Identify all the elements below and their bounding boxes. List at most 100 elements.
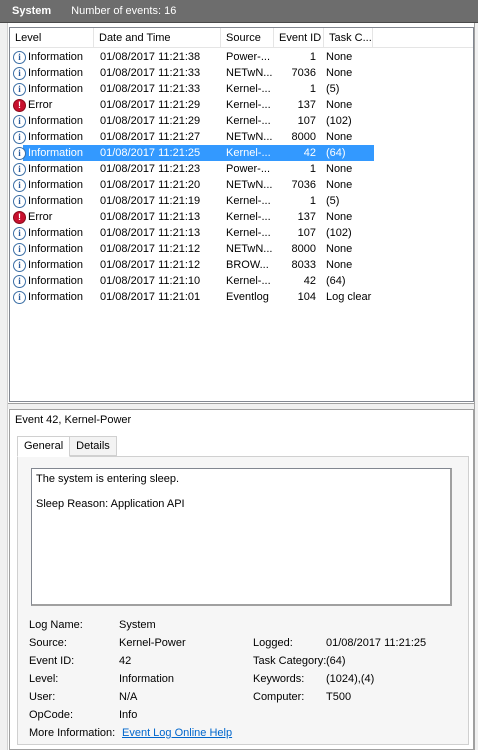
info-icon: i	[13, 146, 26, 160]
event-task-cell: None	[326, 131, 353, 143]
event-row[interactable]: i Information 01/08/2017 11:21:20 NETwN... 7…	[10, 177, 473, 193]
log-header-bar: System Number of events: 16	[0, 0, 478, 23]
computer-value: T500	[326, 691, 352, 703]
opcode-value: Info	[119, 709, 138, 721]
event-level-text: Information	[28, 291, 84, 303]
event-id-cell: 7036	[291, 67, 316, 79]
error-icon: !	[13, 98, 26, 112]
event-level-cell: i Information	[10, 113, 94, 129]
event-row[interactable]: i Information 01/08/2017 11:21:33 Kernel-..…	[10, 81, 473, 97]
event-level-cell: i Information	[10, 289, 94, 305]
level-label: Level:	[29, 673, 59, 685]
event-source-cell: Kernel-...	[226, 227, 271, 239]
event-task-cell: (5)	[326, 195, 340, 207]
event-row[interactable]: i Information 01/08/2017 11:21:25 Kernel-..…	[10, 145, 473, 161]
event-id-label: Event ID:	[29, 655, 75, 667]
event-row[interactable]: i Information 01/08/2017 11:21:23 Power-...…	[10, 161, 473, 177]
event-datetime-cell: 01/08/2017 11:21:33	[100, 83, 201, 95]
event-level-cell: i Information	[10, 49, 94, 65]
event-level-cell: ! Error	[10, 97, 94, 113]
event-id-cell: 104	[297, 291, 316, 303]
event-source-cell: NETwN...	[226, 179, 273, 191]
column-header-level[interactable]: Level	[10, 28, 94, 48]
event-row[interactable]: i Information 01/08/2017 11:21:13 Kernel-..…	[10, 225, 473, 241]
event-task-cell: (64)	[326, 275, 346, 287]
event-row[interactable]: ! Error 01/08/2017 11:21:29 Kernel-... 137 No…	[10, 97, 473, 113]
info-icon: i	[13, 178, 26, 192]
event-message-box[interactable]: The system is entering sleep. Sleep Reas…	[31, 468, 452, 606]
event-row[interactable]: i Information 01/08/2017 11:21:12 NETwN... 8…	[10, 241, 473, 257]
column-header-date[interactable]: Date and Time	[94, 28, 221, 48]
event-level-text: Information	[28, 67, 84, 79]
general-tab-panel: The system is entering sleep. Sleep Reas…	[17, 456, 469, 745]
info-icon: i	[13, 82, 26, 96]
event-task-cell: None	[326, 163, 353, 175]
event-task-cell: (102)	[326, 227, 352, 239]
event-row[interactable]: ! Error 01/08/2017 11:21:13 Kernel-... 137 No…	[10, 209, 473, 225]
event-row[interactable]: i Information 01/08/2017 11:21:12 BROW... 80…	[10, 257, 473, 273]
event-id-cell: 1	[309, 83, 316, 95]
event-row[interactable]: i Information 01/08/2017 11:21:10 Kernel-..…	[10, 273, 473, 289]
event-level-text: Information	[28, 147, 84, 159]
info-icon: i	[13, 130, 26, 144]
event-id-cell: 137	[297, 99, 316, 111]
task-category-label: Task Category:	[253, 655, 327, 667]
event-task-cell: None	[326, 51, 353, 63]
event-id-cell: 107	[297, 227, 316, 239]
column-header-event-id[interactable]: Event ID	[274, 28, 324, 48]
event-row[interactable]: i Information 01/08/2017 11:21:27 NETwN... 8…	[10, 129, 473, 145]
left-pane-edge	[0, 23, 8, 750]
event-datetime-cell: 01/08/2017 11:21:29	[100, 99, 201, 111]
task-category-value: (64)	[326, 655, 346, 667]
tab-details[interactable]: Details	[69, 436, 117, 456]
event-datetime-cell: 01/08/2017 11:21:29	[100, 115, 201, 127]
event-detail-pane: Event 42, Kernel-Power General Details T…	[9, 409, 474, 750]
event-source-cell: Power-...	[226, 163, 271, 175]
event-level-text: Information	[28, 195, 84, 207]
event-level-text: Information	[28, 179, 84, 191]
event-row[interactable]: i Information 01/08/2017 11:21:19 Kernel-..…	[10, 193, 473, 209]
right-pane-edge	[474, 23, 478, 750]
event-level-cell: ! Error	[10, 209, 94, 225]
computer-label: Computer:	[253, 691, 305, 703]
event-source-cell: Kernel-...	[226, 147, 271, 159]
event-level-text: Information	[28, 115, 84, 127]
user-value: N/A	[119, 691, 138, 703]
event-id-cell: 8000	[291, 131, 316, 143]
event-id-cell: 8000	[291, 243, 316, 255]
event-level-cell: i Information	[10, 225, 94, 241]
tab-general[interactable]: General	[17, 436, 71, 457]
event-row[interactable]: i Information 01/08/2017 11:21:01 Eventlog 1…	[10, 289, 473, 305]
event-level-cell: i Information	[10, 129, 94, 145]
event-id-cell: 1	[309, 195, 316, 207]
event-level-text: Information	[28, 275, 84, 287]
event-count: Number of events: 16	[71, 5, 177, 17]
log-name-value: System	[119, 619, 156, 631]
event-list[interactable]: Level Date and Time Source Event ID Task…	[9, 27, 474, 402]
event-source-cell: NETwN...	[226, 67, 273, 79]
event-level-text: Error	[28, 211, 53, 223]
event-row[interactable]: i Information 01/08/2017 11:21:38 Power-...…	[10, 49, 473, 65]
keywords-label: Keywords:	[253, 673, 305, 685]
logged-value: 01/08/2017 11:21:25	[326, 637, 427, 649]
column-header-source[interactable]: Source	[221, 28, 274, 48]
event-level-cell: i Information	[10, 81, 94, 97]
event-level-text: Information	[28, 163, 84, 175]
event-row[interactable]: i Information 01/08/2017 11:21:33 NETwN... 7…	[10, 65, 473, 81]
event-datetime-cell: 01/08/2017 11:21:38	[100, 51, 201, 63]
user-label: User:	[29, 691, 56, 703]
event-task-cell: None	[326, 179, 353, 191]
event-task-cell: None	[326, 211, 353, 223]
info-icon: i	[13, 242, 26, 256]
event-id-cell: 7036	[291, 179, 316, 191]
event-level-text: Information	[28, 131, 84, 143]
source-value: Kernel-Power	[119, 637, 186, 649]
event-log-online-help-link[interactable]: Event Log Online Help	[122, 727, 232, 739]
logged-label: Logged:	[253, 637, 293, 649]
detail-tabs: General Details	[17, 436, 117, 457]
column-header-task-category[interactable]: Task C...	[324, 28, 373, 48]
info-icon: i	[13, 194, 26, 208]
event-id-cell: 1	[309, 51, 316, 63]
event-row[interactable]: i Information 01/08/2017 11:21:29 Kernel-..…	[10, 113, 473, 129]
log-name-label: Log Name:	[29, 619, 83, 631]
